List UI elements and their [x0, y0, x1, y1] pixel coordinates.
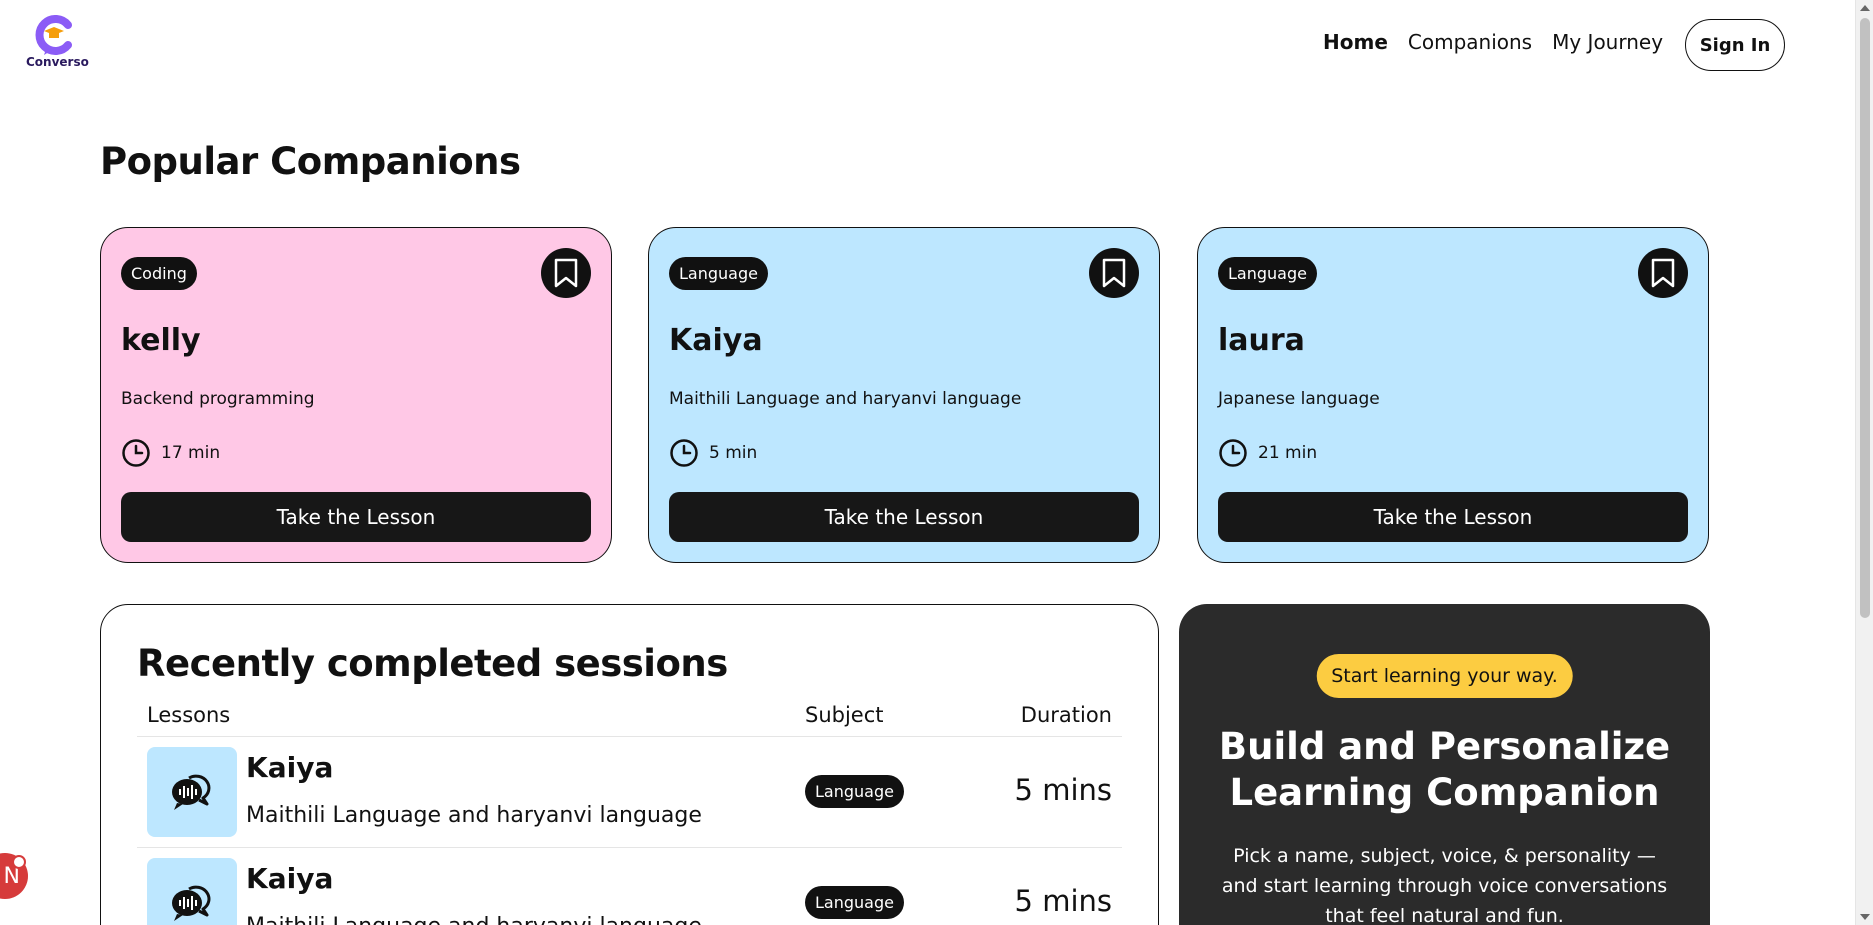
builder-cta-panel: Start learning your way. Build and Perso…: [1179, 604, 1710, 925]
companion-topic: Backend programming: [121, 389, 315, 409]
session-topic: Maithili Language and haryanvi language: [246, 914, 702, 925]
bookmark-button[interactable]: [1089, 248, 1139, 298]
sign-in-button[interactable]: Sign In: [1685, 19, 1785, 71]
bookmark-button[interactable]: [1638, 248, 1688, 298]
scroll-thumb[interactable]: [1860, 18, 1870, 618]
duration-label: 21 min: [1258, 443, 1318, 463]
companion-duration: 5 min: [669, 438, 757, 468]
cta-description: Pick a name, subject, voice, & personali…: [1221, 845, 1668, 925]
duration-label: 17 min: [161, 443, 221, 463]
take-lesson-button[interactable]: Take the Lesson: [121, 492, 591, 542]
notification-dot: [12, 855, 26, 869]
subject-badge: Coding: [121, 257, 197, 290]
nav-links: Home Companions My Journey: [1323, 30, 1663, 54]
companion-name: laura: [1218, 323, 1305, 358]
navbar: Converso Home Companions My Journey Sign…: [0, 0, 1855, 92]
subject-badge: Language: [669, 257, 768, 290]
subject-badge: Language: [805, 886, 904, 919]
companion-duration: 21 min: [1218, 438, 1317, 468]
nav-home[interactable]: Home: [1323, 30, 1388, 54]
companion-topic: Maithili Language and haryanvi language: [669, 389, 1022, 409]
session-duration: 5 mins: [1014, 773, 1112, 807]
companion-name: kelly: [121, 323, 201, 358]
duration-label: 5 min: [709, 443, 758, 463]
session-duration: 5 mins: [1014, 884, 1112, 918]
cta-title: Build and Personalize Learning Companion: [1218, 725, 1671, 814]
companion-avatar: [147, 747, 237, 837]
session-name: Kaiya: [246, 862, 334, 895]
take-lesson-button[interactable]: Take the Lesson: [669, 492, 1139, 542]
bookmark-button[interactable]: [541, 248, 591, 298]
recent-sessions-panel: Recently completed sessions Lessons Subj…: [100, 604, 1159, 925]
scrollbar[interactable]: [1855, 0, 1873, 925]
table-row[interactable]: Kaiya Maithili Language and haryanvi lan…: [137, 737, 1122, 848]
voice-chat-icon: [172, 774, 211, 810]
companion-card: Language Kaiya Maithili Language and har…: [648, 227, 1160, 563]
nav-companions[interactable]: Companions: [1408, 30, 1532, 54]
header-subject: Subject: [805, 703, 884, 727]
subject-badge: Language: [805, 775, 904, 808]
clock-icon: [1219, 439, 1247, 467]
subject-badge: Language: [1218, 257, 1317, 290]
table-header: Lessons Subject Duration: [137, 697, 1122, 737]
table-row[interactable]: Kaiya Maithili Language and haryanvi lan…: [137, 848, 1122, 925]
companion-topic: Japanese language: [1218, 389, 1380, 409]
bookmark-icon: [1102, 258, 1126, 288]
bookmark-icon: [554, 258, 578, 288]
popular-companions-title: Popular Companions: [100, 140, 521, 183]
clock-icon: [122, 439, 150, 467]
recent-sessions-title: Recently completed sessions: [137, 642, 728, 685]
take-lesson-button[interactable]: Take the Lesson: [1218, 492, 1688, 542]
cta-pill: Start learning your way.: [1316, 654, 1573, 698]
companion-card: Coding kelly Backend programming 17 min …: [100, 227, 612, 563]
companion-avatar: [147, 858, 237, 925]
companion-name: Kaiya: [669, 323, 763, 358]
clock-icon: [670, 439, 698, 467]
nav-my-journey[interactable]: My Journey: [1552, 30, 1663, 54]
companion-duration: 17 min: [121, 438, 220, 468]
voice-chat-icon: [172, 885, 211, 921]
brand-name: Converso: [26, 55, 89, 69]
header-duration: Duration: [1020, 703, 1112, 727]
companion-card: Language laura Japanese language 21 min …: [1197, 227, 1709, 563]
bookmark-icon: [1651, 258, 1675, 288]
scroll-up-arrow[interactable]: [1860, 5, 1870, 11]
converso-logo[interactable]: Converso: [26, 15, 89, 71]
header-lessons: Lessons: [147, 703, 231, 727]
converso-logo-icon: [35, 15, 72, 55]
session-topic: Maithili Language and haryanvi language: [246, 803, 702, 828]
scroll-down-arrow[interactable]: [1860, 914, 1870, 920]
session-name: Kaiya: [246, 751, 334, 784]
